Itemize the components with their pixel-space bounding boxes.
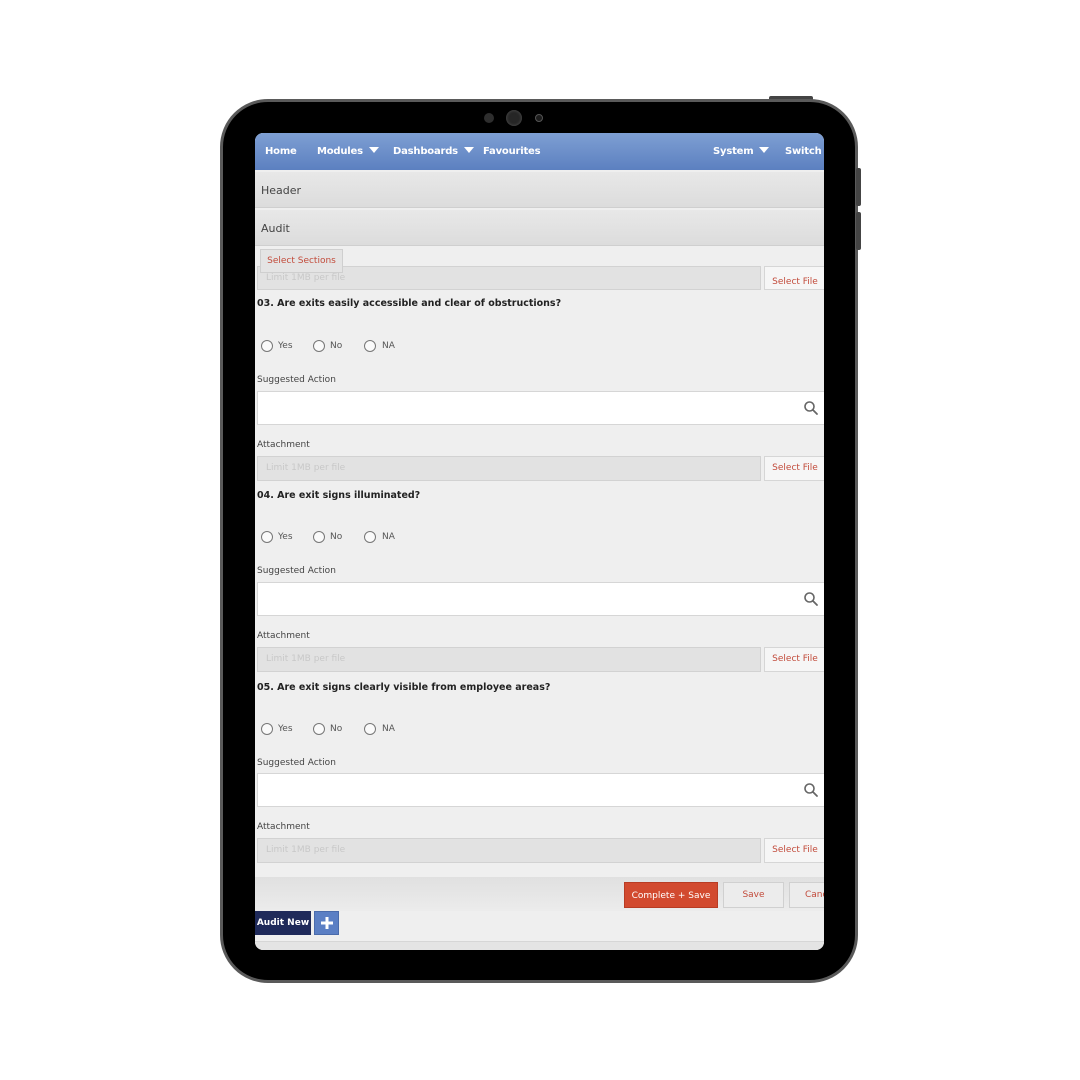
attachment-label: Attachment	[257, 440, 310, 450]
section-audit-label: Audit	[261, 222, 290, 235]
radio-label-yes: Yes	[278, 341, 293, 351]
nav-favourites[interactable]: Favourites	[483, 146, 541, 157]
section-audit[interactable]: Audit	[255, 210, 824, 246]
nav-modules[interactable]: Modules	[317, 146, 379, 157]
radio-label-yes: Yes	[278, 532, 293, 542]
caret-down-icon	[368, 147, 379, 153]
radio-label-yes: Yes	[278, 724, 293, 734]
attachment-label: Attachment	[257, 631, 310, 641]
radio-label-na: NA	[382, 724, 395, 734]
radio-no-03[interactable]	[313, 340, 325, 352]
nav-dashboards-label: Dashboards	[393, 146, 458, 157]
radio-yes-05[interactable]	[261, 723, 273, 735]
attachment-label: Attachment	[257, 822, 310, 832]
radio-no-05[interactable]	[313, 723, 325, 735]
radio-yes-04[interactable]	[261, 531, 273, 543]
tablet-volume-down-button	[856, 212, 861, 250]
light-sensor	[535, 114, 543, 122]
plus-icon	[320, 917, 333, 929]
nav-switch-client[interactable]: Switch Cl	[785, 146, 824, 157]
select-sections-button[interactable]: Select Sections	[260, 249, 343, 273]
attachment-field-04: Limit 1MB per file	[257, 647, 761, 672]
radio-na-03[interactable]	[364, 340, 376, 352]
select-file-button-05[interactable]: Select File	[764, 838, 824, 863]
select-file-button-04[interactable]: Select File	[764, 647, 824, 672]
question-04-text: 04. Are exit signs illuminated?	[257, 490, 421, 501]
radio-no-04[interactable]	[313, 531, 325, 543]
section-header[interactable]: Header	[255, 172, 824, 208]
front-camera	[506, 110, 522, 126]
nav-system-label: System	[713, 146, 754, 157]
audit-new-button[interactable]: Audit New	[255, 911, 311, 935]
radio-label-no: No	[330, 532, 343, 542]
attachment-field-03: Limit 1MB per file	[257, 456, 761, 481]
select-file-button-03[interactable]: Select File	[764, 456, 824, 481]
top-nav-bar: Home Modules Dashboards Favourites Syste…	[255, 133, 824, 170]
radio-label-na: NA	[382, 341, 395, 351]
nav-home[interactable]: Home	[265, 146, 297, 157]
cancel-button[interactable]: Canc	[789, 882, 824, 908]
question-03-text: 03. Are exits easily accessible and clea…	[257, 298, 562, 309]
add-button[interactable]	[314, 911, 339, 935]
nav-dashboards[interactable]: Dashboards	[393, 146, 474, 157]
question-05-text: 05. Are exit signs clearly visible from …	[257, 682, 551, 693]
caret-down-icon	[463, 147, 474, 153]
suggested-action-label: Suggested Action	[257, 375, 336, 385]
nav-modules-label: Modules	[317, 146, 363, 157]
app-screen: Home Modules Dashboards Favourites Syste…	[255, 133, 824, 950]
nav-system[interactable]: System	[713, 146, 770, 157]
radio-label-no: No	[330, 724, 343, 734]
caret-down-icon	[759, 147, 770, 153]
save-button[interactable]: Save	[723, 882, 784, 908]
radio-label-no: No	[330, 341, 343, 351]
suggested-action-input-04[interactable]	[257, 582, 824, 616]
suggested-action-input-03[interactable]	[257, 391, 824, 425]
search-icon[interactable]	[803, 400, 819, 416]
select-file-button-02[interactable]: Select File	[764, 266, 824, 290]
radio-na-04[interactable]	[364, 531, 376, 543]
bottom-strip	[255, 941, 824, 950]
attachment-field-05: Limit 1MB per file	[257, 838, 761, 863]
complete-save-button[interactable]: Complete + Save	[624, 882, 718, 908]
search-icon[interactable]	[803, 782, 819, 798]
radio-yes-03[interactable]	[261, 340, 273, 352]
radio-na-05[interactable]	[364, 723, 376, 735]
tablet-volume-up-button	[856, 168, 861, 206]
front-sensor	[484, 113, 494, 123]
section-header-label: Header	[261, 184, 302, 197]
radio-label-na: NA	[382, 532, 395, 542]
suggested-action-input-05[interactable]	[257, 773, 824, 807]
search-icon[interactable]	[803, 591, 819, 607]
suggested-action-label: Suggested Action	[257, 566, 336, 576]
suggested-action-label: Suggested Action	[257, 758, 336, 768]
